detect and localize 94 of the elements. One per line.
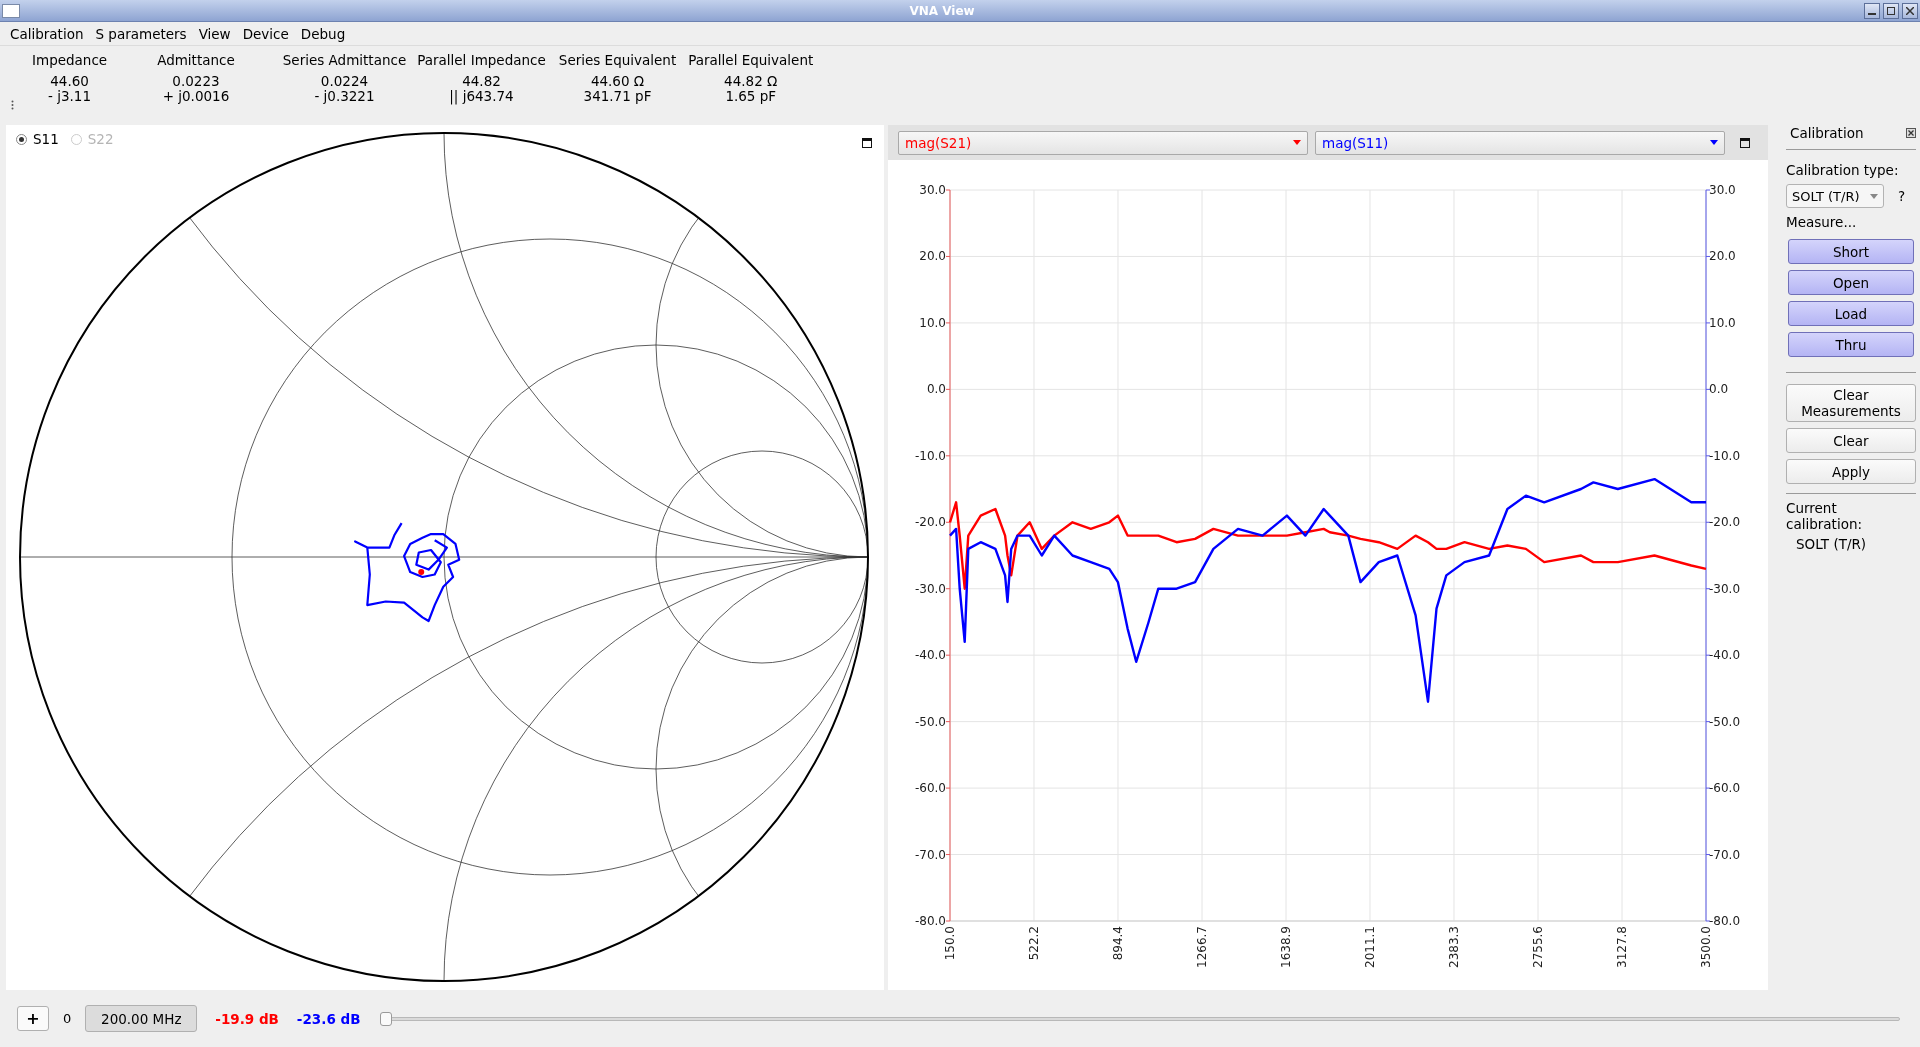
measure-button[interactable]: Thru (1788, 332, 1914, 357)
help-button[interactable]: ? (1898, 188, 1906, 204)
axis-label: 2011.1 (1363, 926, 1377, 968)
maximize-icon[interactable] (862, 138, 872, 148)
axis-label: -50.0 (1709, 714, 1741, 729)
readout-value: 0.0223 (172, 74, 220, 89)
action-button[interactable]: Apply (1786, 459, 1916, 484)
readout-value: 1.65 pF (725, 89, 777, 104)
axis-label: -80.0 (1709, 914, 1741, 928)
axis-label: -10.0 (1709, 448, 1741, 463)
axis-label: 0.0 (1709, 382, 1729, 397)
axis-label: -20.0 (914, 515, 946, 530)
readout-value: 0.0224 (320, 74, 369, 89)
dropdown-arrow-icon (1293, 140, 1301, 145)
axis-label: -40.0 (1709, 648, 1741, 663)
maximize-button[interactable] (1883, 2, 1899, 19)
dropdown-arrow-icon (1710, 140, 1718, 145)
readout-label: Admittance (157, 52, 235, 68)
axis-label: 3500.0 (1699, 926, 1713, 968)
axis-label: 0.0 (926, 382, 946, 397)
window-icon (2, 3, 20, 18)
maximize-icon[interactable] (1740, 137, 1750, 148)
axis-label: 2755.6 (1531, 926, 1545, 968)
slider-thumb[interactable] (380, 1011, 393, 1026)
measure-button[interactable]: Short (1788, 239, 1914, 264)
trace-dropdown[interactable]: mag(S11) (1315, 130, 1725, 155)
menu-item[interactable]: View (192, 25, 237, 42)
axis-label: 10.0 (1709, 315, 1736, 330)
readout-value: 44.82 (462, 74, 501, 89)
readout-label: Series Equivalent (558, 52, 677, 68)
axis-label: 3127.8 (1615, 926, 1629, 968)
axis-label: -70.0 (1709, 847, 1741, 862)
axis-label: 10.0 (919, 315, 946, 330)
readout-value: - j0.3221 (314, 89, 375, 104)
axis-label: -40.0 (914, 648, 946, 663)
readout-value: 341.71 pF (583, 89, 652, 104)
dropdown-arrow-icon (1870, 193, 1878, 199)
readout-value: || j643.74 (449, 89, 514, 104)
readout-label: Series Admittance (282, 52, 407, 68)
reading-value: -23.6 dB (296, 1010, 361, 1027)
axis-label: -30.0 (1709, 581, 1741, 596)
readout-value: - j3.11 (48, 89, 92, 104)
axis-label: -20.0 (1709, 515, 1741, 530)
readout-label: Parallel Impedance (417, 52, 546, 68)
measure-button[interactable]: Load (1788, 301, 1914, 326)
axis-label: 2383.3 (1447, 926, 1461, 968)
menu-item[interactable]: Device (236, 25, 295, 42)
panel-title: Calibration (1790, 125, 1864, 141)
axis-label: -60.0 (914, 781, 946, 796)
calibration-value: SOLT (T/R) (1795, 536, 1868, 552)
close-icon (1906, 6, 1914, 15)
readout-value: 44.82 Ω (724, 74, 778, 89)
axis-label: 30.0 (919, 183, 946, 197)
menu-item[interactable]: Debug (294, 25, 352, 42)
axis-label: -60.0 (1709, 781, 1741, 796)
axis-label: -70.0 (914, 847, 946, 862)
readout-label: Impedance (32, 52, 108, 68)
axis-label: 894.4 (1111, 926, 1125, 961)
axis-label: -50.0 (914, 714, 946, 729)
axis-label: -80.0 (914, 914, 946, 928)
axis-label: 1266.7 (1195, 926, 1209, 968)
axis-label: -30.0 (914, 581, 946, 596)
measure-button[interactable]: Open (1788, 270, 1914, 295)
close-button[interactable] (1902, 2, 1918, 19)
marker-index: 0 (63, 1011, 72, 1026)
grip-icon[interactable] (11, 100, 14, 110)
window-title: VNA View (908, 3, 976, 18)
axis-label: 20.0 (1709, 249, 1736, 264)
action-button[interactable]: Clear Measurements (1786, 384, 1916, 422)
field-label: Calibration type: (1786, 162, 1900, 178)
close-icon[interactable] (1906, 128, 1916, 138)
readout-value: 44.60 Ω (590, 74, 645, 89)
axis-label: 150.0 (943, 926, 957, 961)
calibration-type-dropdown[interactable]: SOLT (T/R) (1786, 184, 1884, 208)
axis-label: 30.0 (1709, 183, 1736, 197)
section-label: Measure... (1786, 214, 1858, 230)
readout-value: + j0.0016 (162, 89, 230, 104)
action-button[interactable]: Clear (1786, 428, 1916, 453)
field-label: Current calibration: (1786, 500, 1863, 532)
add-button[interactable]: + (17, 1006, 49, 1031)
axis-label: 522.2 (1027, 926, 1041, 961)
readout-label: Parallel Equivalent (688, 52, 814, 68)
reading-value: -19.9 dB (215, 1010, 279, 1027)
frequency-field[interactable]: 200.00 MHz (85, 1005, 198, 1032)
maximize-icon (1887, 6, 1895, 15)
axis-label: 20.0 (919, 249, 946, 264)
axis-label: 1638.9 (1279, 926, 1293, 968)
minimize-icon (1868, 12, 1876, 15)
menu-item[interactable]: S parameters (89, 25, 193, 42)
menu-item[interactable]: Calibration (4, 25, 90, 42)
minimize-button[interactable] (1864, 2, 1880, 19)
readout-value: 44.60 (50, 74, 89, 89)
axis-label: -10.0 (914, 448, 946, 463)
port-radio[interactable]: S11 (16, 131, 59, 147)
